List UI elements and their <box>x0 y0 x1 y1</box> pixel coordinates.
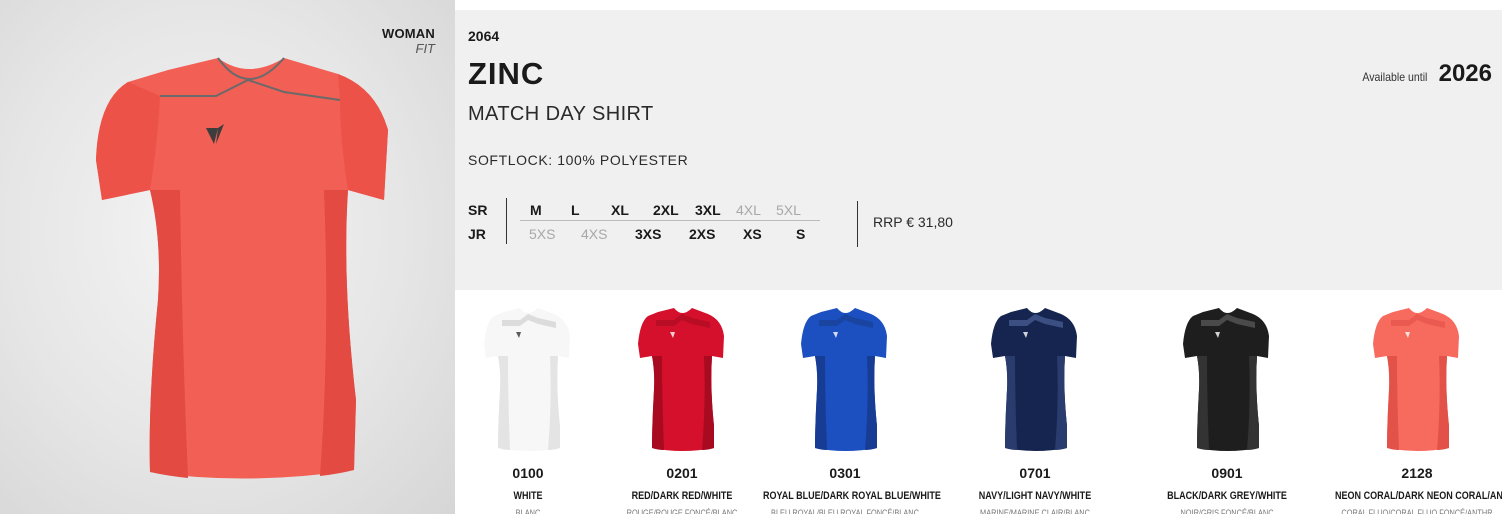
variant-colour-name-fr: NOIR/GRIS FONCÉ/BLANC <box>1180 508 1274 514</box>
size-row-senior: SR <box>468 200 504 220</box>
shirt-variant-icon <box>991 308 1077 451</box>
variant-colour-name-fr: BLEU ROYAL/BLEU ROYAL FONCÉ/BLANC <box>771 508 919 514</box>
variant-card[interactable]: 2128 NEON CORAL/DARK NEON CORAL/ANTHR CORA… <box>1317 290 1502 514</box>
product-fabric: SOFTLOCK: 100% POLYESTER <box>468 152 689 168</box>
colour-variants: 0100 WHITE BLANC 0201 RED/DARK RED/WHITE ROUG… <box>455 290 1502 514</box>
variant-card[interactable]: 0901 BLACK/DARK GREY/WHITE NOIR/GRIS FONCÉ… <box>1127 290 1327 514</box>
variant-colour-name-fr: CORAL FLUO/CORAL FLUO FONCÉ/ANTHR <box>1341 508 1493 514</box>
shirt-variant-icon <box>801 308 887 451</box>
variant-colour-name: RED/DARK RED/WHITE <box>631 490 733 502</box>
size-row-junior: JR <box>468 224 504 244</box>
shirt-variant-icon <box>1183 308 1269 451</box>
jr-size-xs: XS <box>743 226 762 242</box>
price: RRP € 31,80 <box>873 214 953 230</box>
price-divider <box>857 201 858 247</box>
variant-colour-name: BLACK/DARK GREY/WHITE <box>1167 490 1287 502</box>
shirt-variant-icon <box>484 308 570 451</box>
shirt-variant-icon <box>638 308 724 451</box>
product-name: ZINC <box>468 56 545 91</box>
size-divider <box>506 198 507 244</box>
variant-colour-name-fr: MARINE/MARINE CLAIR/BLANC <box>980 508 1090 514</box>
variant-code: 0301 <box>829 465 861 481</box>
availability-label: Available until <box>1362 70 1428 84</box>
jr-size-5xs: 5XS <box>529 226 556 242</box>
product-code: 2064 <box>468 28 500 44</box>
variant-colour-name: NEON CORAL/DARK NEON CORAL/ANTHR <box>1335 490 1502 502</box>
product-hero-image: WOMAN FIT <box>0 0 455 514</box>
fit-gender: WOMAN <box>382 26 435 41</box>
sr-size-2xl: 2XL <box>653 202 679 218</box>
sr-size-m: M <box>530 202 542 218</box>
variant-card[interactable]: 0301 ROYAL BLUE/DARK ROYAL BLUE/WHITE BLEU… <box>745 290 945 514</box>
size-chart: SR JR M L XL 2XL 3XL 4XL 5XL 5XS 4XS 3XS 2XS XS S <box>468 196 828 246</box>
jr-size-s: S <box>796 226 806 242</box>
size-row-label: JR <box>468 226 486 242</box>
sr-size-5xl: 5XL <box>776 202 801 218</box>
variant-code: 0701 <box>1019 465 1051 481</box>
variant-code: 2128 <box>1401 465 1433 481</box>
sr-size-3xl: 3XL <box>695 202 721 218</box>
sr-size-l: L <box>571 202 580 218</box>
variant-colour-name-fr: ROUGE/ROUGE FONCÉ/BLANC <box>626 508 738 514</box>
jr-size-2xs: 2XS <box>689 226 716 242</box>
jr-size-4xs: 4XS <box>581 226 608 242</box>
availability-year: 2026 <box>1438 60 1492 87</box>
variant-colour-name: ROYAL BLUE/DARK ROYAL BLUE/WHITE <box>763 490 941 502</box>
shirt-hero-illustration <box>96 57 388 479</box>
product-info-panel: 2064 ZINC MATCH DAY SHIRT SOFTLOCK: 100%… <box>455 10 1502 290</box>
size-underline <box>520 220 820 221</box>
variant-card[interactable]: 0701 NAVY/LIGHT NAVY/WHITE MARINE/MARINE C… <box>935 290 1135 514</box>
size-row-label: SR <box>468 202 488 218</box>
sr-size-4xl: 4XL <box>736 202 761 218</box>
product-type: MATCH DAY SHIRT <box>468 103 654 125</box>
sr-size-xl: XL <box>611 202 629 218</box>
availability: Available until 2026 <box>1358 60 1492 88</box>
shirt-variant-icon <box>1373 308 1459 451</box>
variant-colour-name: NAVY/LIGHT NAVY/WHITE <box>978 490 1092 502</box>
variant-code: 0901 <box>1211 465 1243 481</box>
jr-size-3xs: 3XS <box>635 226 662 242</box>
